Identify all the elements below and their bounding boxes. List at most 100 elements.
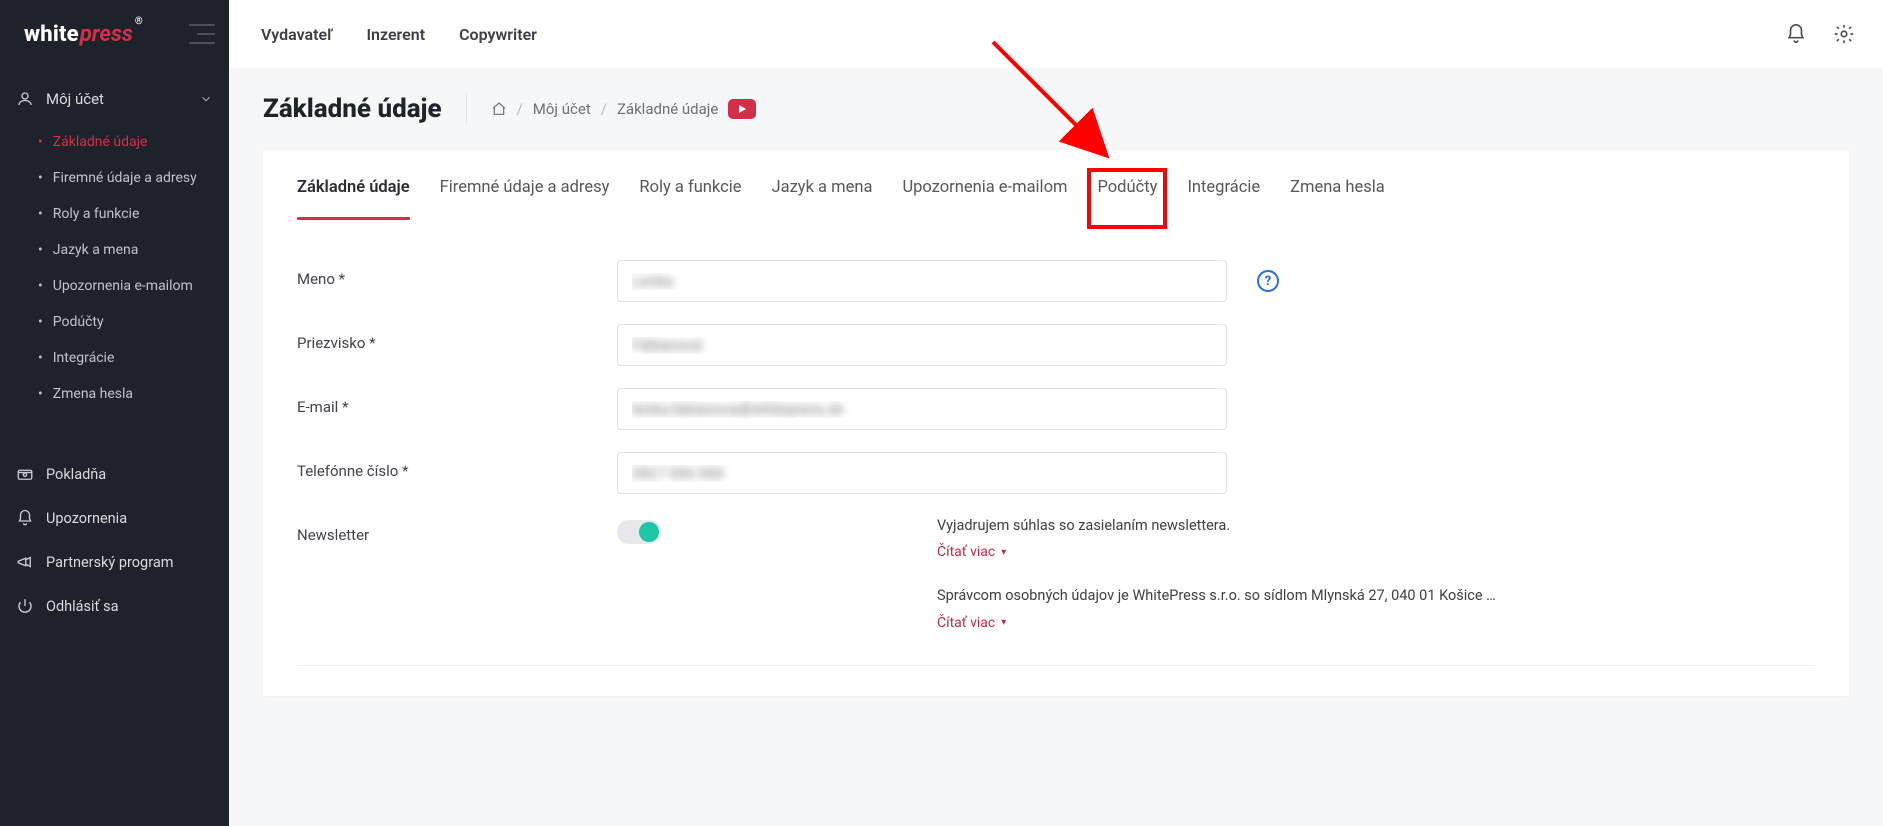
top-icons <box>1785 23 1855 45</box>
read-more-label: Čítať viac <box>937 615 995 631</box>
tab-basic[interactable]: Základné údaje <box>297 178 410 219</box>
brand-press: press <box>80 22 133 47</box>
tab-locale[interactable]: Jazyk a mena <box>772 178 873 219</box>
tab-company[interactable]: Firemné údaje a adresy <box>440 178 610 219</box>
read-more-label: Čítať viac <box>937 544 995 560</box>
content-card: Základné údaje Firemné údaje a adresy Ro… <box>263 150 1849 696</box>
bell-icon[interactable] <box>1785 23 1807 45</box>
label-email: E-mail * <box>297 388 617 416</box>
sidebar-sub-label: Upozornenia e-mailom <box>53 278 193 294</box>
brand-logo[interactable]: whitepress® <box>24 22 141 47</box>
top-tabs: Vydavateľ Inzerent Copywriter <box>261 25 537 44</box>
topbar: Vydavateľ Inzerent Copywriter <box>229 0 1883 68</box>
chevron-down-icon <box>199 92 213 106</box>
youtube-badge[interactable] <box>728 99 756 119</box>
sidebar-sub-label: Jazyk a mena <box>53 242 139 258</box>
input-phone[interactable] <box>617 452 1227 494</box>
tab-subaccounts[interactable]: Podúčty <box>1097 178 1157 219</box>
row-newsletter: Newsletter Vyjadrujem súhlas so zasielan… <box>297 516 1815 631</box>
caret-down-icon: ▾ <box>1001 547 1006 558</box>
sidebar-sub-label: Roly a funkcie <box>53 206 140 222</box>
page-title: Základné údaje <box>263 94 442 124</box>
consent-text-2: Správcom osobných údajov je WhitePress s… <box>937 586 1547 606</box>
form: Meno * ? Priezvisko * E-mail * <box>263 220 1849 631</box>
sidebar-partner[interactable]: Partnerský program <box>0 540 229 584</box>
breadcrumb: / Môj účet / Základné údaje <box>491 99 757 119</box>
sidebar-sub-label: Integrácie <box>53 350 115 366</box>
tab-password[interactable]: Zmena hesla <box>1290 178 1385 219</box>
tab-integrations[interactable]: Integrácie <box>1187 178 1260 219</box>
bell-icon <box>16 509 34 527</box>
menu-toggle-icon[interactable] <box>189 24 215 44</box>
tab-roles[interactable]: Roly a funkcie <box>639 178 741 219</box>
sidebar-sub-notifications[interactable]: •Upozornenia e-mailom <box>0 268 229 304</box>
content-tabs: Základné údaje Firemné údaje a adresy Ro… <box>263 150 1849 220</box>
row-phone: Telefónne číslo * <box>297 452 1815 494</box>
row-name: Meno * ? <box>297 260 1815 302</box>
consent-block-1: Vyjadrujem súhlas so zasielaním newslett… <box>937 516 1547 560</box>
consent-block-2: Správcom osobných údajov je WhitePress s… <box>937 586 1547 630</box>
breadcrumb-sep: / <box>601 100 607 118</box>
sidebar: whitepress® Môj účet •Základné údaje <box>0 0 229 826</box>
brand-white: white <box>24 22 79 47</box>
sidebar-secondary-label: Pokladňa <box>46 466 106 483</box>
caret-down-icon: ▾ <box>1001 617 1006 628</box>
breadcrumb-level-2: Základné údaje <box>617 100 718 118</box>
divider <box>297 665 1815 666</box>
sidebar-sub-label: Podúčty <box>53 314 104 330</box>
label-phone: Telefónne číslo * <box>297 452 617 480</box>
newsletter-toggle[interactable] <box>617 520 661 544</box>
divider <box>466 94 467 124</box>
play-icon <box>739 105 746 113</box>
sidebar-secondary-label: Odhlásiť sa <box>46 598 119 615</box>
sidebar-secondary-label: Upozornenia <box>46 510 127 527</box>
wallet-icon <box>16 465 34 483</box>
sidebar-account-label: Môj účet <box>46 90 104 108</box>
label-newsletter: Newsletter <box>297 516 617 544</box>
main: Vydavateľ Inzerent Copywriter Základné ú… <box>229 0 1883 826</box>
label-name: Meno * <box>297 260 617 288</box>
top-tab-advertiser[interactable]: Inzerent <box>366 25 425 44</box>
row-surname: Priezvisko * <box>297 324 1815 366</box>
page-header: Základné údaje / Môj účet / Základné úda… <box>229 68 1883 150</box>
sidebar-sub-company[interactable]: •Firemné údaje a adresy <box>0 160 229 196</box>
top-tab-copywriter[interactable]: Copywriter <box>459 25 537 44</box>
home-icon[interactable] <box>491 101 507 117</box>
sidebar-sub-password[interactable]: •Zmena hesla <box>0 376 229 412</box>
sidebar-sub-subaccounts[interactable]: •Podúčty <box>0 304 229 340</box>
input-name[interactable] <box>617 260 1227 302</box>
sidebar-notifications[interactable]: Upozornenia <box>0 496 229 540</box>
row-email: E-mail * <box>297 388 1815 430</box>
read-more-1[interactable]: Čítať viac ▾ <box>937 544 1547 560</box>
sidebar-sub-roles[interactable]: •Roly a funkcie <box>0 196 229 232</box>
brand-row: whitepress® <box>0 0 229 68</box>
label-surname: Priezvisko * <box>297 324 617 352</box>
help-icon[interactable]: ? <box>1257 270 1279 292</box>
sidebar-sub-locale[interactable]: •Jazyk a mena <box>0 232 229 268</box>
tab-email-notify[interactable]: Upozornenia e-mailom <box>902 178 1067 219</box>
sidebar-sub-label: Firemné údaje a adresy <box>53 170 197 186</box>
sidebar-secondary: Pokladňa Upozornenia Partnerský program … <box>0 452 229 628</box>
input-email[interactable] <box>617 388 1227 430</box>
read-more-2[interactable]: Čítať viac ▾ <box>937 615 1547 631</box>
user-icon <box>16 90 34 108</box>
consent-text-1: Vyjadrujem súhlas so zasielaním newslett… <box>937 516 1547 536</box>
sidebar-logout[interactable]: Odhlásiť sa <box>0 584 229 628</box>
sidebar-sub-integrations[interactable]: •Integrácie <box>0 340 229 376</box>
sidebar-sub-label: Zmena hesla <box>53 386 133 402</box>
brand-reg: ® <box>135 16 143 27</box>
sidebar-item-account[interactable]: Môj účet <box>0 78 229 120</box>
gear-icon[interactable] <box>1833 23 1855 45</box>
sidebar-sub-label: Základné údaje <box>53 134 148 150</box>
sidebar-sub-basic[interactable]: •Základné údaje <box>0 124 229 160</box>
input-surname[interactable] <box>617 324 1227 366</box>
sidebar-secondary-label: Partnerský program <box>46 554 173 571</box>
sidebar-wallet[interactable]: Pokladňa <box>0 452 229 496</box>
megaphone-icon <box>16 553 34 571</box>
top-tab-publisher[interactable]: Vydavateľ <box>261 25 332 44</box>
sidebar-subnav: •Základné údaje •Firemné údaje a adresy … <box>0 120 229 426</box>
breadcrumb-level-1[interactable]: Môj účet <box>533 100 591 118</box>
breadcrumb-sep: / <box>517 100 523 118</box>
sidebar-primary: Môj účet •Základné údaje •Firemné údaje … <box>0 68 229 432</box>
power-icon <box>16 597 34 615</box>
